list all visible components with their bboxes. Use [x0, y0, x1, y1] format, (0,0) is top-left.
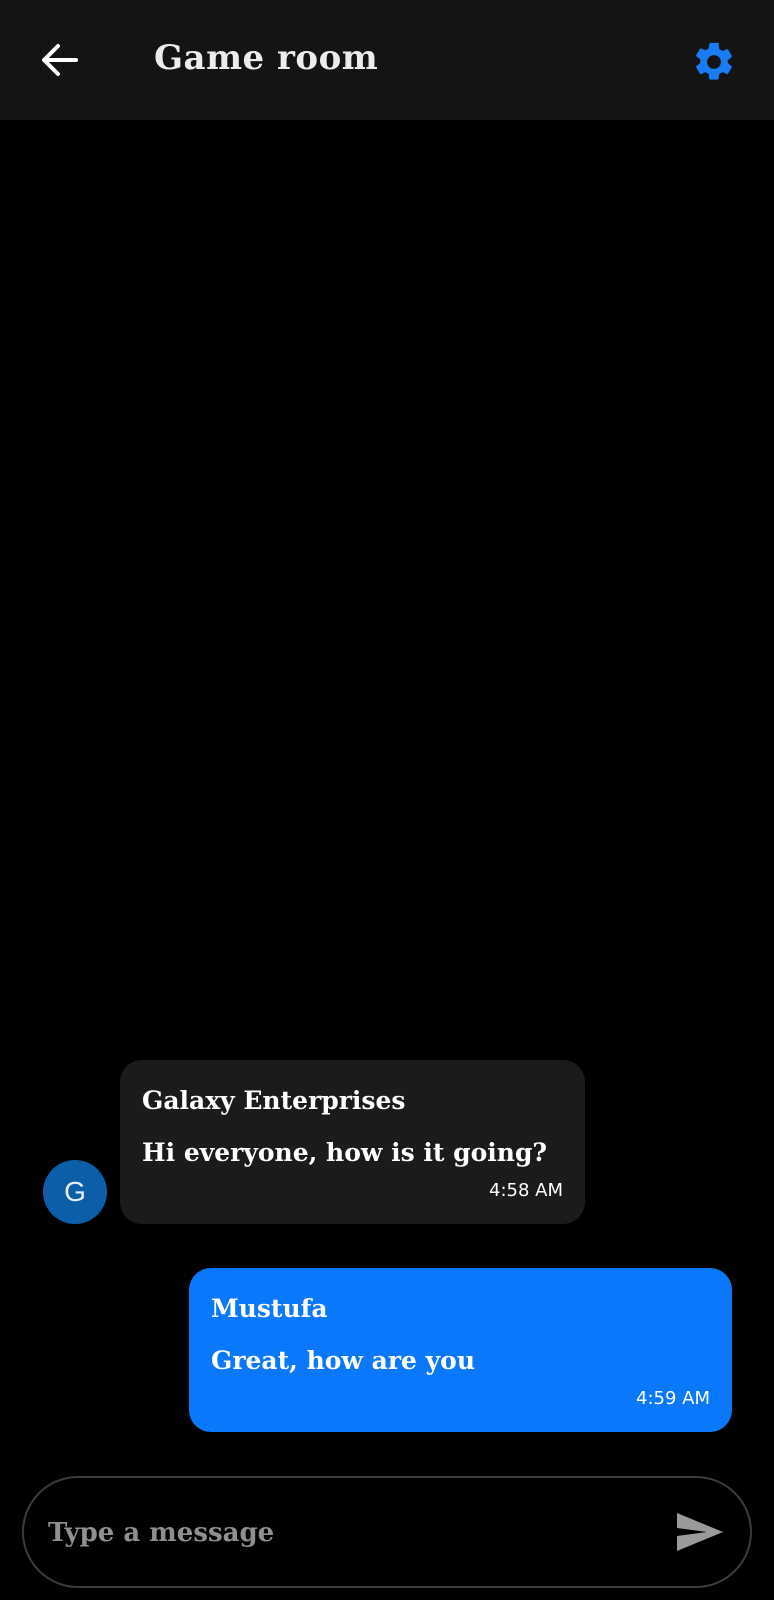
page-title: Game room [154, 38, 379, 78]
send-icon [677, 1513, 723, 1551]
arrow-left-icon [42, 44, 78, 76]
outgoing-message-bubble[interactable]: Mustufa Great, how are you 4:59 AM [189, 1268, 732, 1432]
gear-icon [696, 42, 732, 80]
message-text: Hi everyone, how is it going? [142, 1138, 548, 1167]
send-button[interactable] [670, 1504, 730, 1560]
top-app-bar: Game room [0, 0, 774, 120]
message-text: Great, how are you [211, 1346, 476, 1375]
message-list[interactable] [0, 120, 774, 1460]
message-timestamp: 4:59 AM [636, 1388, 710, 1409]
chat-screen: Game room G Galaxy Enterprises Hi everyo… [0, 0, 774, 1600]
incoming-message-bubble[interactable]: Galaxy Enterprises Hi everyone, how is i… [120, 1060, 585, 1224]
message-sender: Mustufa [211, 1294, 328, 1323]
back-button[interactable] [30, 32, 90, 88]
message-timestamp: 4:58 AM [489, 1180, 563, 1201]
message-input[interactable] [46, 1500, 650, 1566]
message-composer [22, 1476, 752, 1588]
message-sender: Galaxy Enterprises [142, 1086, 406, 1115]
settings-button[interactable] [686, 34, 742, 90]
avatar[interactable]: G [43, 1160, 107, 1224]
